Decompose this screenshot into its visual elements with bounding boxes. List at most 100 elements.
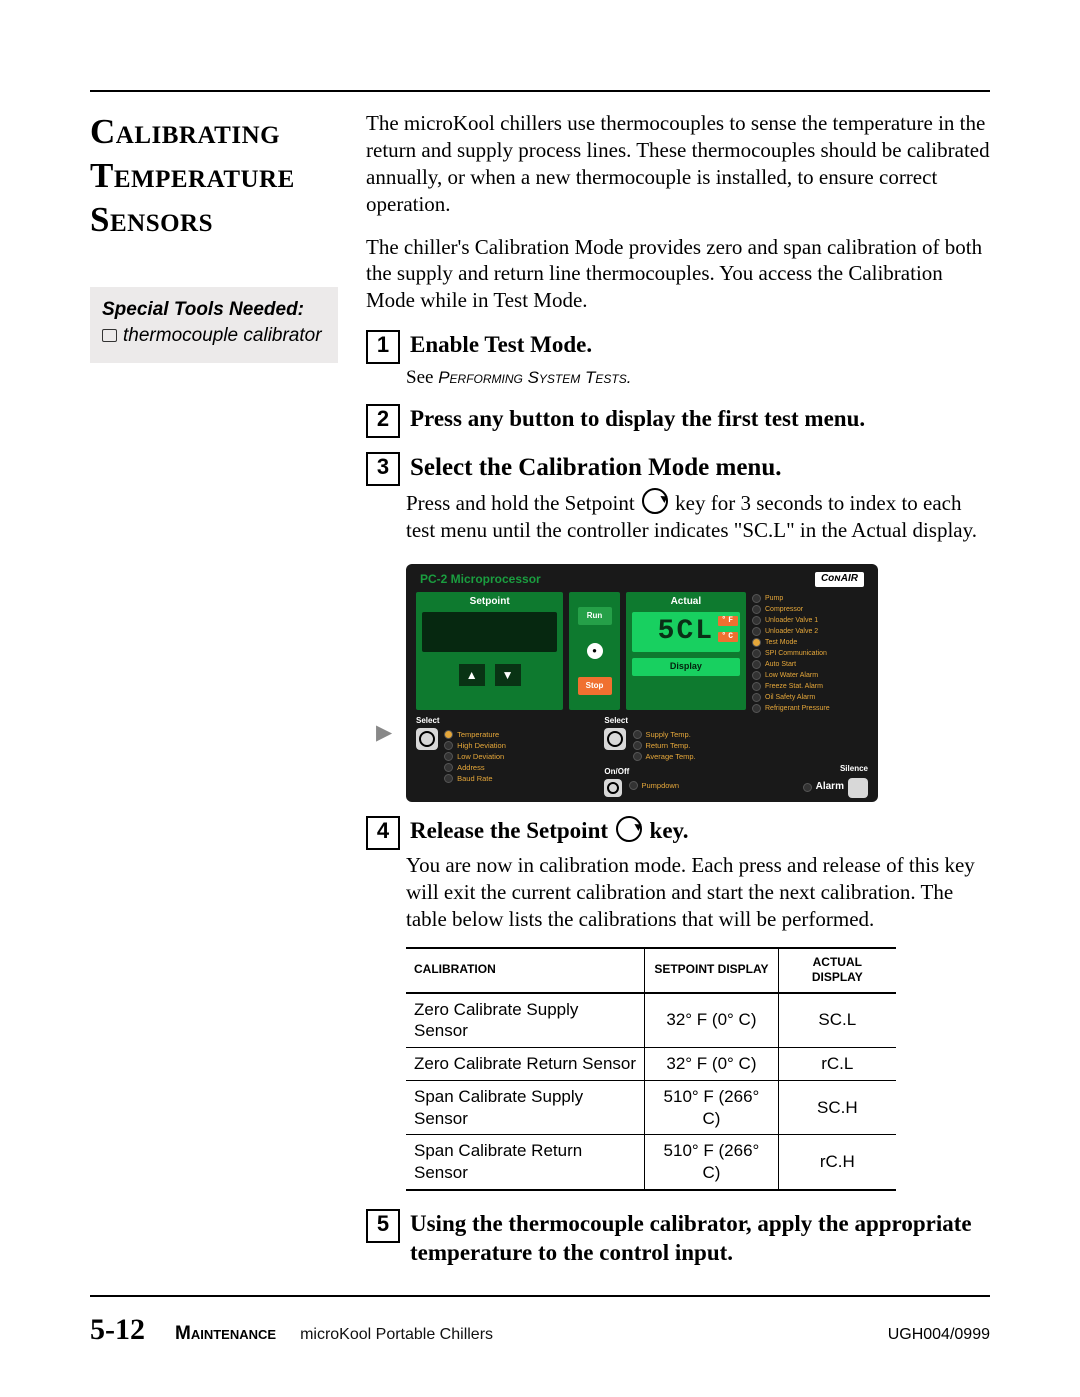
cell: SC.H (778, 1080, 896, 1135)
unit-f-badge: °F (718, 616, 738, 626)
cell: 510° F (266° C) (645, 1135, 778, 1190)
table-row: Span Calibrate Return Sensor 510° F (266… (406, 1135, 896, 1190)
table-row: Zero Calibrate Return Sensor 32° F (0° C… (406, 1048, 896, 1081)
led-icon (803, 783, 812, 792)
table-row: Zero Calibrate Supply Sensor 32° F (0° C… (406, 993, 896, 1048)
status-freeze: Freeze Stat. Alarm (765, 683, 823, 690)
status-lowwater: Low Water Alarm (765, 672, 818, 679)
step1-sub-cap: Performing System Tests. (438, 368, 631, 387)
status-spi: SPI Communication (765, 650, 827, 657)
mi-avg: Average Temp. (646, 753, 696, 761)
led-icon (752, 704, 761, 713)
down-arrow-button[interactable]: ▼ (495, 664, 521, 686)
page-number: 5-12 (90, 1313, 145, 1347)
title-line2: Temperature (90, 156, 295, 195)
actual-lcd: 5CL °F °C (632, 612, 740, 652)
control-panel: PC-2 Microprocessor CᴏɴAIR Setpoint ▲ ▼ (406, 564, 878, 802)
led-icon (444, 730, 453, 739)
step3-title: Select the Calibration Mode menu. (410, 454, 781, 481)
th-actual: Actual Display (778, 948, 896, 993)
step1-sub: See Performing System Tests. (366, 366, 990, 390)
intro-p2: The chiller's Calibration Mode provides … (366, 234, 990, 315)
alarm-label: Alarm (816, 781, 844, 794)
actual-value: 5CL (658, 616, 714, 647)
alarm-knob[interactable] (848, 778, 868, 798)
up-arrow-button[interactable]: ▲ (459, 664, 485, 686)
bottom-rule (90, 1295, 990, 1297)
brand-logo: CᴏɴAIR (815, 572, 864, 587)
cycle-icon (642, 488, 668, 514)
setpoint-block: Setpoint ▲ ▼ (416, 592, 563, 710)
stop-button[interactable]: Stop (578, 677, 612, 695)
led-icon (633, 741, 642, 750)
mi-ret: Return Temp. (646, 742, 691, 750)
step-5: 5 Using the thermocouple calibrator, app… (366, 1209, 990, 1268)
step2-title: Press any button to display the first te… (410, 406, 865, 431)
led-icon (752, 594, 761, 603)
mi-sup: Supply Temp. (646, 731, 691, 739)
cell: SC.L (778, 993, 896, 1048)
unit-c-badge: °C (718, 632, 738, 642)
cell: rC.H (778, 1135, 896, 1190)
setpoint-lcd (422, 612, 557, 652)
left-select-label: Select (416, 716, 596, 726)
top-rule (90, 90, 990, 92)
pumpdown-label: Pumpdown (642, 782, 680, 790)
select-knob-left[interactable] (416, 728, 438, 750)
cell: 32° F (0° C) (645, 993, 778, 1048)
actual-block: Actual 5CL °F °C Display (626, 592, 746, 710)
status-block: Pump Compressor Unloader Valve 1 Unloade… (752, 592, 868, 710)
run-button[interactable]: Run (578, 607, 612, 625)
led-icon (752, 605, 761, 614)
status-oil: Oil Safety Alarm (765, 694, 815, 701)
step4-title-a: Release the Setpoint (410, 818, 614, 843)
led-icon (444, 763, 453, 772)
tools-item: thermocouple calibrator (102, 323, 326, 349)
step-1: 1 Enable Test Mode. (366, 330, 990, 364)
led-icon (752, 682, 761, 691)
mid-select-label: Select (604, 716, 754, 726)
section-title: Calibrating Temperature Sensors (90, 110, 338, 241)
step-num-5: 5 (366, 1209, 400, 1243)
led-icon (752, 660, 761, 669)
select-knob-mid[interactable] (604, 728, 626, 750)
step-num-4: 4 (366, 816, 400, 850)
led-icon (752, 693, 761, 702)
step-num-1: 1 (366, 330, 400, 364)
status-refrig: Refrigerant Pressure (765, 705, 830, 712)
step-2: 2 Press any button to display the first … (366, 404, 990, 438)
status-autostart: Auto Start (765, 661, 796, 668)
tools-box: Special Tools Needed: thermocouple calib… (90, 287, 338, 362)
li-temp: Temperature (457, 731, 499, 739)
th-setpoint: Setpoint Display (645, 948, 778, 993)
tools-item-text: thermocouple calibrator (123, 325, 322, 346)
title-line1: Calibrating (90, 112, 280, 151)
cell: 510° F (266° C) (645, 1080, 778, 1135)
calibration-table: Calibration Setpoint Display Actual Disp… (406, 947, 896, 1191)
led-icon (629, 781, 638, 790)
indicator-dot: ● (587, 643, 603, 659)
led-icon (752, 627, 761, 636)
status-uv2: Unloader Valve 2 (765, 628, 818, 635)
cycle-icon (616, 816, 642, 842)
led-icon (752, 638, 761, 647)
onoff-label: On/Off (604, 767, 754, 777)
onoff-knob[interactable] (604, 779, 622, 797)
cell: 32° F (0° C) (645, 1048, 778, 1081)
status-pump: Pump (765, 595, 783, 602)
li-high: High Deviation (457, 742, 506, 750)
step5-title: Using the thermocouple calibrator, apply… (410, 1211, 972, 1265)
led-icon (633, 730, 642, 739)
title-line3: Sensors (90, 200, 213, 239)
cell: Zero Calibrate Supply Sensor (406, 993, 645, 1048)
status-testmode: Test Mode (765, 639, 797, 646)
step1-title: Enable Test Mode. (410, 332, 592, 357)
panel-title: PC-2 Microprocessor (420, 572, 541, 587)
display-label: Display (632, 658, 740, 676)
actual-label: Actual (632, 596, 740, 609)
step-4: 4 Release the Setpoint key. (366, 816, 990, 850)
th-calibration: Calibration (406, 948, 645, 993)
step-num-3: 3 (366, 452, 400, 486)
checkbox-icon (102, 329, 117, 342)
cell: Span Calibrate Return Sensor (406, 1135, 645, 1190)
